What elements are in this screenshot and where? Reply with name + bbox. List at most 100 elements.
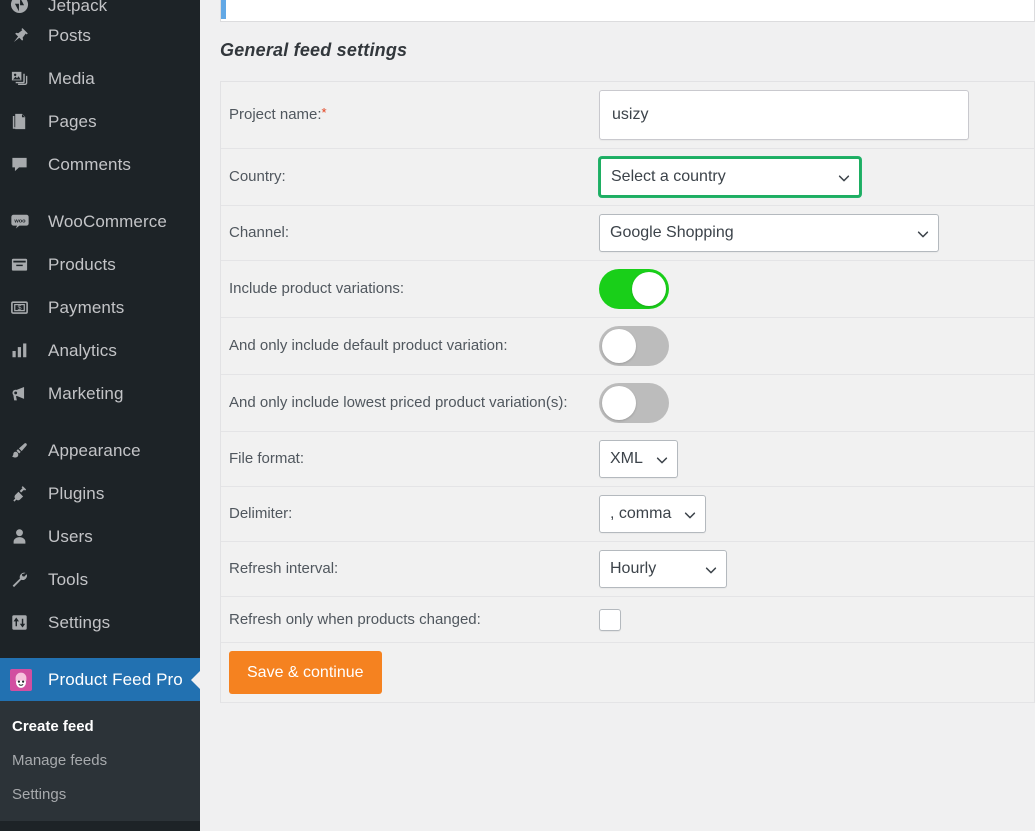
feed-tab-strip[interactable] — [220, 0, 1035, 22]
file-format-select[interactable]: XML — [599, 440, 678, 478]
sidebar-item-woocommerce-label: WooCommerce — [48, 213, 167, 230]
field-refresh-interval: Hourly — [599, 550, 1034, 588]
sidebar-item-posts-label: Posts — [48, 27, 91, 44]
wrench-icon — [10, 570, 40, 589]
sidebar-item-products-label: Products — [48, 256, 116, 273]
sidebar-submenu: Create feedManage feedsSettings — [0, 701, 200, 821]
sidebar-item-plugins[interactable]: Plugins — [0, 472, 200, 515]
sidebar-item-tools[interactable]: Tools — [0, 558, 200, 601]
label-lowest-priced-variation: And only include lowest priced product v… — [221, 392, 599, 414]
field-lowest-priced-variation — [599, 383, 1034, 423]
brush-icon — [10, 441, 40, 460]
sidebar-item-woocommerce[interactable]: woo WooCommerce — [0, 200, 200, 243]
refresh-interval-select-value: Hourly — [610, 560, 656, 578]
sidebar-item-appearance[interactable]: Appearance — [0, 429, 200, 472]
lowest-priced-variation-toggle[interactable] — [599, 383, 669, 423]
sidebar-item-users[interactable]: Users — [0, 515, 200, 558]
sidebar-item-pages[interactable]: Pages — [0, 100, 200, 143]
chevron-down-icon — [837, 171, 849, 183]
active-menu-arrow-icon — [191, 670, 200, 690]
project-name-input[interactable] — [599, 90, 969, 140]
field-country: Select a country — [599, 157, 1034, 197]
megaphone-icon — [10, 384, 40, 403]
submenu-item-settings[interactable]: Settings — [0, 778, 200, 812]
sidebar-item-settings[interactable]: Settings — [0, 601, 200, 644]
row-lowest-priced-variation: And only include lowest priced product v… — [221, 375, 1034, 432]
sidebar-separator — [0, 415, 200, 429]
sidebar-item-product-feed-pro[interactable]: Product Feed Pro — [0, 658, 200, 701]
content-area: General feed settings Project name:* Cou… — [200, 0, 1035, 831]
submenu-item-create-feed[interactable]: Create feed — [0, 710, 200, 744]
row-country: Country: Select a country — [221, 149, 1034, 206]
sidebar-item-jetpack[interactable]: Jetpack — [0, 0, 200, 14]
label-refresh-interval: Refresh interval: — [221, 558, 599, 580]
row-save: Save & continue — [221, 643, 1034, 703]
refresh-interval-select[interactable]: Hourly — [599, 550, 727, 588]
user-icon — [10, 527, 40, 546]
page-title: General feed settings — [220, 40, 1035, 61]
sidebar-item-payments[interactable]: $ Payments — [0, 286, 200, 329]
sidebar-item-appearance-label: Appearance — [48, 442, 141, 459]
sidebar-item-plugins-label: Plugins — [48, 485, 104, 502]
sidebar-item-jetpack-label: Jetpack — [48, 0, 107, 14]
submenu-item-manage-feeds[interactable]: Manage feeds — [0, 744, 200, 778]
country-select-value: Select a country — [611, 168, 726, 186]
sidebar-item-payments-label: Payments — [48, 299, 124, 316]
label-include-product-variations: Include product variations: — [221, 278, 599, 300]
sidebar-item-marketing[interactable]: Marketing — [0, 372, 200, 415]
label-country: Country: — [221, 166, 599, 188]
field-project-name — [599, 90, 1034, 140]
sidebar-item-posts[interactable]: Posts — [0, 14, 200, 57]
field-include-product-variations — [599, 269, 1034, 309]
row-file-format: File format: XML — [221, 432, 1034, 487]
label-project-name: Project name:* — [221, 104, 599, 126]
delimiter-select-value: , comma — [610, 505, 671, 523]
sidebar-item-comments[interactable]: Comments — [0, 143, 200, 186]
file-format-select-value: XML — [610, 450, 643, 468]
refresh-on-change-checkbox[interactable] — [599, 609, 621, 631]
include-product-variations-toggle[interactable] — [599, 269, 669, 309]
label-project-name-text: Project name: — [229, 106, 322, 123]
toggle-knob — [602, 329, 636, 363]
default-product-variation-toggle[interactable] — [599, 326, 669, 366]
row-delimiter: Delimiter: , comma — [221, 487, 1034, 542]
delimiter-select[interactable]: , comma — [599, 495, 706, 533]
label-file-format: File format: — [221, 448, 599, 470]
pin-icon — [10, 26, 40, 45]
plugin-icon — [10, 484, 40, 503]
channel-select[interactable]: Google Shopping — [599, 214, 939, 252]
sidebar-item-products[interactable]: Products — [0, 243, 200, 286]
save-and-continue-button[interactable]: Save & continue — [229, 651, 382, 694]
row-channel: Channel: Google Shopping — [221, 206, 1034, 261]
svg-text:$: $ — [17, 303, 21, 312]
required-marker: * — [322, 105, 327, 120]
field-channel: Google Shopping — [599, 214, 1034, 252]
sidebar-item-comments-label: Comments — [48, 156, 131, 173]
pages-icon — [10, 112, 40, 131]
sidebar-item-media-label: Media — [48, 70, 95, 87]
sidebar-item-analytics[interactable]: Analytics — [0, 329, 200, 372]
products-icon — [10, 255, 40, 274]
sidebar-separator — [0, 186, 200, 200]
svg-text:woo: woo — [13, 218, 26, 224]
settings-icon — [10, 613, 40, 632]
row-refresh-interval: Refresh interval: Hourly — [221, 542, 1034, 597]
tab-accent-bar — [221, 0, 226, 19]
sidebar-menu: Jetpack Posts Media Pages Comments woo WooComm… — [0, 0, 200, 701]
general-feed-settings-form: Project name:* Country: Select a country — [220, 81, 1035, 703]
country-select[interactable]: Select a country — [599, 157, 861, 197]
chevron-down-icon — [916, 227, 928, 239]
woocommerce-icon: woo — [10, 212, 40, 232]
row-refresh-on-change: Refresh only when products changed: — [221, 597, 1034, 643]
field-file-format: XML — [599, 440, 1034, 478]
analytics-icon — [10, 341, 40, 360]
jetpack-icon — [10, 0, 40, 14]
sidebar-item-tools-label: Tools — [48, 571, 88, 588]
payments-icon: $ — [10, 298, 40, 317]
row-include-product-variations: Include product variations: — [221, 261, 1034, 318]
sidebar-item-users-label: Users — [48, 528, 93, 545]
chevron-down-icon — [683, 508, 695, 520]
comment-icon — [10, 155, 40, 174]
sidebar-item-media[interactable]: Media — [0, 57, 200, 100]
field-default-product-variation — [599, 326, 1034, 366]
